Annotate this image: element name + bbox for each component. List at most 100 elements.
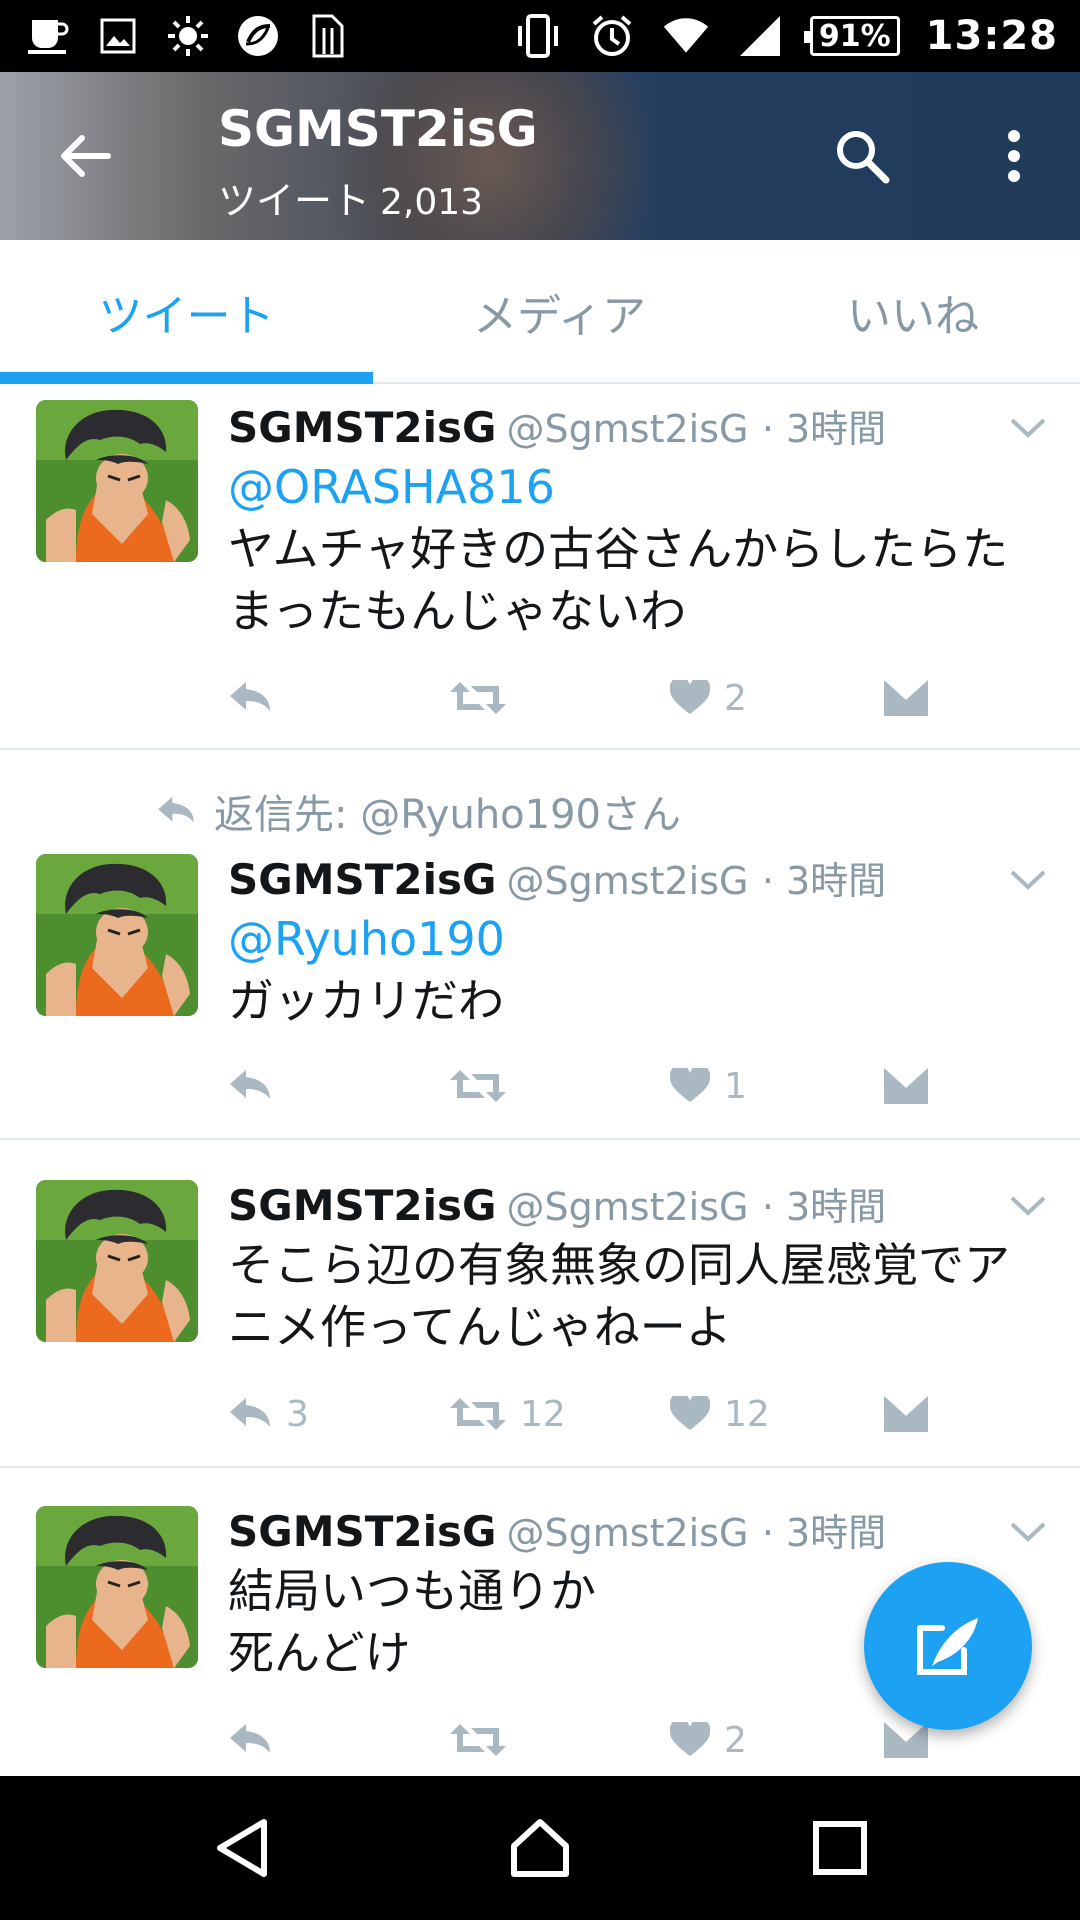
active-tab-indicator bbox=[0, 372, 373, 384]
tab-tweets[interactable]: ツイート bbox=[0, 240, 373, 384]
like-count: 2 bbox=[724, 1719, 747, 1761]
tweet-header: SGMST2isG @Sgmst2isG · 3時間 bbox=[228, 398, 886, 453]
tweet-header: SGMST2isG @Sgmst2isG · 3時間 bbox=[228, 1176, 886, 1231]
tab-likes[interactable]: いいね bbox=[746, 240, 1080, 384]
tweet-author-name[interactable]: SGMST2isG bbox=[228, 1181, 497, 1230]
reply-button[interactable] bbox=[228, 1712, 286, 1768]
like-button[interactable]: 2 bbox=[670, 1712, 747, 1768]
tweet-time: · 3時間 bbox=[761, 1511, 887, 1555]
like-button[interactable]: 1 bbox=[670, 1058, 747, 1114]
avatar[interactable] bbox=[36, 400, 198, 562]
retweet-button[interactable] bbox=[450, 670, 520, 726]
reply-button[interactable] bbox=[228, 1058, 286, 1114]
envelope-icon bbox=[884, 1396, 928, 1432]
retweet-button[interactable]: 12 bbox=[450, 1386, 566, 1442]
sim-icon bbox=[304, 12, 352, 60]
retweet-button[interactable] bbox=[450, 1712, 520, 1768]
retweet-icon bbox=[450, 1068, 506, 1104]
envelope-icon bbox=[884, 1068, 928, 1104]
heart-icon bbox=[670, 1068, 710, 1104]
tweet-mention[interactable]: @Ryuho190 bbox=[228, 908, 505, 970]
tweet-item[interactable]: 返信先: @Ryuho190さん SGMST2isG @Sgmst2isG · 3… bbox=[0, 752, 1080, 1140]
direct-message-button[interactable] bbox=[884, 670, 928, 726]
back-button[interactable] bbox=[48, 120, 120, 192]
envelope-icon bbox=[884, 680, 928, 716]
tweet-author-handle[interactable]: @Sgmst2isG bbox=[507, 407, 749, 451]
tweet-author-handle[interactable]: @Sgmst2isG bbox=[507, 1185, 749, 1229]
tweet-text-line: ニメ作ってんじゃねーよ bbox=[228, 1300, 732, 1354]
tweet-author-handle[interactable]: @Sgmst2isG bbox=[507, 1511, 749, 1555]
triangle-back-icon bbox=[217, 1819, 267, 1877]
tweet-text-line: ガッカリだわ bbox=[228, 974, 504, 1028]
tweet-time: · 3時間 bbox=[761, 859, 887, 903]
cup-icon bbox=[24, 12, 72, 60]
back-arrow-icon bbox=[61, 135, 111, 177]
sync-icon bbox=[234, 12, 282, 60]
avatar[interactable] bbox=[36, 854, 198, 1016]
tweet-menu-button[interactable] bbox=[1006, 1184, 1050, 1228]
wifi-icon bbox=[662, 12, 710, 60]
heart-icon bbox=[670, 1722, 710, 1758]
tweet-item[interactable]: SGMST2isG @Sgmst2isG · 3時間 そこら辺の有象無象の同人屋感… bbox=[0, 1142, 1080, 1468]
nav-back-button[interactable] bbox=[206, 1812, 278, 1884]
alarm-icon bbox=[588, 12, 636, 60]
tweet-author-name[interactable]: SGMST2isG bbox=[228, 403, 497, 452]
compose-tweet-button[interactable] bbox=[864, 1562, 1032, 1730]
reply-button[interactable] bbox=[228, 670, 286, 726]
tweet-author-name[interactable]: SGMST2isG bbox=[228, 855, 497, 904]
like-count: 1 bbox=[724, 1065, 747, 1107]
reply-icon bbox=[228, 1722, 272, 1758]
tweet-item[interactable]: SGMST2isG @Sgmst2isG · 3時間 @ORASHA816 ヤムチ… bbox=[0, 386, 1080, 750]
search-button[interactable] bbox=[826, 120, 898, 192]
reply-icon bbox=[156, 795, 196, 827]
more-options-button[interactable] bbox=[978, 120, 1050, 192]
chevron-down-icon bbox=[1010, 869, 1046, 891]
profile-name: SGMST2isG bbox=[218, 100, 538, 158]
reply-button[interactable]: 3 bbox=[228, 1386, 309, 1442]
square-recents-icon bbox=[813, 1821, 867, 1875]
profile-header: SGMST2isG ツイート 2,013 bbox=[0, 72, 1080, 240]
tweet-header: SGMST2isG @Sgmst2isG · 3時間 bbox=[228, 1502, 886, 1557]
retweet-button[interactable] bbox=[450, 1058, 520, 1114]
tweet-menu-button[interactable] bbox=[1006, 1510, 1050, 1554]
more-vert-icon bbox=[1008, 130, 1020, 182]
avatar[interactable] bbox=[36, 1180, 198, 1342]
reply-icon bbox=[228, 1396, 272, 1432]
nav-home-button[interactable] bbox=[504, 1812, 576, 1884]
search-icon bbox=[837, 131, 890, 184]
tweet-count: 2,013 bbox=[380, 182, 484, 223]
retweet-icon bbox=[450, 680, 506, 716]
tweet-text-line: ヤムチャ好きの古谷さんからしたらた bbox=[228, 522, 1009, 576]
battery-percent: 91% bbox=[818, 18, 891, 54]
brightness-icon bbox=[164, 12, 212, 60]
tweet-mention[interactable]: @ORASHA816 bbox=[228, 456, 555, 518]
tweet-time: · 3時間 bbox=[761, 407, 887, 451]
nav-recents-button[interactable] bbox=[804, 1812, 876, 1884]
tab-media[interactable]: メディア bbox=[373, 240, 746, 384]
tweet-author-name[interactable]: SGMST2isG bbox=[228, 1507, 497, 1556]
tweet-author-handle[interactable]: @Sgmst2isG bbox=[507, 859, 749, 903]
reply-context: 返信先: @Ryuho190さん bbox=[156, 782, 681, 840]
tweet-actions: 3 12 12 bbox=[228, 1386, 988, 1442]
chevron-down-icon bbox=[1010, 1195, 1046, 1217]
profile-tabs: ツイート メディア いいね bbox=[0, 240, 1080, 384]
reply-icon bbox=[228, 680, 272, 716]
heart-icon bbox=[670, 680, 710, 716]
signal-icon bbox=[736, 12, 784, 60]
like-count: 12 bbox=[724, 1393, 770, 1435]
tweet-menu-button[interactable] bbox=[1006, 858, 1050, 902]
reply-icon bbox=[228, 1068, 272, 1104]
direct-message-button[interactable] bbox=[884, 1386, 928, 1442]
compose-quill-icon bbox=[917, 1618, 978, 1675]
tweet-count-label: ツイート bbox=[218, 179, 371, 223]
tweet-text-line: 死んどけ bbox=[228, 1626, 411, 1680]
tweet-menu-button[interactable] bbox=[1006, 406, 1050, 450]
direct-message-button[interactable] bbox=[884, 1058, 928, 1114]
avatar[interactable] bbox=[36, 1506, 198, 1668]
clock: 13:28 bbox=[925, 13, 1058, 59]
like-button[interactable]: 2 bbox=[670, 670, 747, 726]
tweet-time: · 3時間 bbox=[761, 1185, 887, 1229]
reply-to-user[interactable]: @Ryuho190さん bbox=[360, 792, 681, 838]
like-button[interactable]: 12 bbox=[670, 1386, 770, 1442]
tweet-actions: 2 bbox=[228, 1712, 988, 1768]
